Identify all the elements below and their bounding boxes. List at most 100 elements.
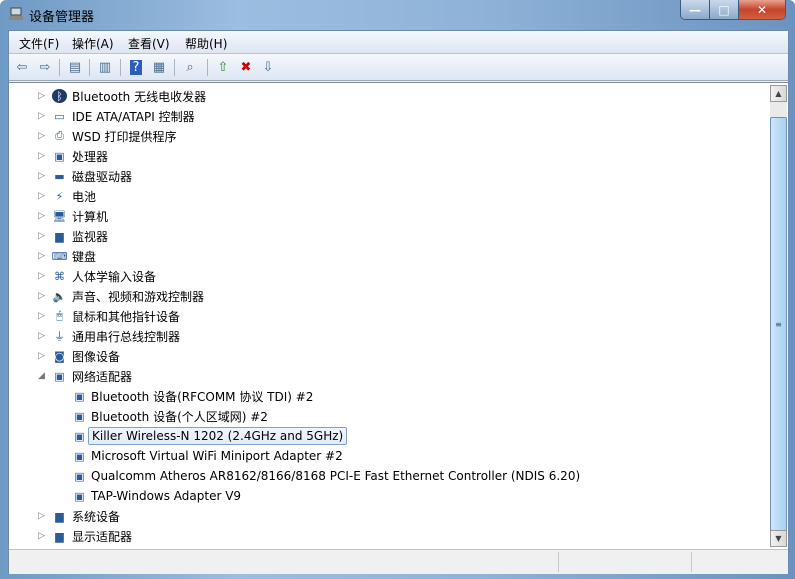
update-driver-icon: ⇧ (217, 59, 229, 75)
update-driver-button[interactable]: ⇧ (214, 58, 232, 76)
scroll-down-button[interactable]: ▼ (770, 530, 787, 547)
toolbar: ⇦ ⇨ ▤ ▥? ▦ ⌕ ⇧ ✖ ⇩ (9, 54, 788, 81)
category-item[interactable]: ▷ 🖱 鼠标和其他指针设备 (9, 307, 764, 325)
category-item[interactable]: ▷ ᛒ Bluetooth 无线电收发器 (9, 87, 764, 105)
category-item[interactable]: ▷ 🖥 计算机 (9, 207, 764, 225)
expand-arrow-icon[interactable]: ▷ (38, 191, 45, 201)
scan-hardware-icon: ⌕ (186, 59, 194, 75)
network-adapter-icon: ▣ (54, 369, 65, 383)
expand-arrow-icon[interactable]: ▷ (38, 531, 45, 541)
maximize-button[interactable]: □ (710, 0, 739, 19)
network-adapter-icon: ▣ (74, 449, 85, 463)
monitor-icon: ▆ (55, 229, 64, 243)
uninstall-button[interactable]: ✖ (237, 58, 255, 76)
item-label: WSD 打印提供程序 (72, 129, 177, 144)
item-label: TAP-Windows Adapter V9 (91, 489, 242, 503)
category-item[interactable]: ▷ ▬ 磁盘驱动器 (9, 167, 764, 185)
menu-help[interactable]: 帮助(H) (185, 35, 227, 52)
category-item[interactable]: ▷ ▆ 显示适配器 (9, 527, 764, 545)
item-label: Bluetooth 设备(RFCOMM 协议 TDI) #2 (91, 389, 314, 404)
title-bar[interactable]: 设备管理器 — □ ✕ (0, 0, 795, 28)
scroll-up-button[interactable]: ▲ (770, 85, 787, 102)
expand-arrow-icon[interactable]: ▷ (38, 231, 45, 241)
status-divider (558, 552, 559, 572)
category-item[interactable]: ▷ ⏚ 通用串行总线控制器 (9, 327, 764, 345)
minimize-button[interactable]: — (681, 0, 710, 19)
status-bar (9, 549, 788, 574)
category-item[interactable]: ▷ ⌘ 人体学输入设备 (9, 267, 764, 285)
expand-arrow-icon[interactable]: ▷ (38, 211, 45, 221)
toolbar-separator (89, 59, 90, 76)
expand-arrow-icon[interactable]: ▷ (38, 351, 45, 361)
expand-arrow-icon[interactable]: ▷ (38, 511, 45, 521)
item-label: 通用串行总线控制器 (72, 329, 181, 344)
collapse-arrow-icon[interactable]: ◢ (38, 371, 45, 381)
mouse-icon: 🖱 (56, 309, 63, 322)
expand-arrow-icon[interactable]: ▷ (38, 111, 45, 121)
scroll-thumb[interactable]: ≡ (770, 117, 787, 531)
show-hide-console-tree-button[interactable]: ▤ (66, 58, 84, 76)
close-button[interactable]: ✕ (739, 0, 785, 19)
toolbar-separator (59, 59, 60, 76)
category-item[interactable]: ▷ ▆ 系统设备 (9, 507, 764, 525)
category-item[interactable]: ▷ ⌨ 键盘 (9, 247, 764, 265)
expand-arrow-icon[interactable]: ▷ (38, 331, 45, 341)
device-item[interactable]: ▣ Killer Wireless-N 1202 (2.4GHz and 5GHz… (9, 427, 764, 445)
device-item[interactable]: ▣ TAP-Windows Adapter V9 (9, 487, 764, 505)
item-label: 系统设备 (72, 509, 121, 524)
item-label: 监视器 (72, 229, 109, 244)
expand-arrow-icon[interactable]: ▷ (38, 151, 45, 161)
back-arrow-icon: ⇦ (16, 59, 28, 75)
properties-button[interactable]: ▥ (96, 58, 114, 76)
item-label: Killer Wireless-N 1202 (2.4GHz and 5GHz) (88, 427, 348, 445)
item-label: 声音、视频和游戏控制器 (72, 289, 205, 304)
system-device-icon: ▆ (55, 509, 64, 523)
menu-action[interactable]: 操作(A) (72, 35, 114, 52)
expand-arrow-icon[interactable]: ▷ (38, 171, 45, 181)
item-label: 磁盘驱动器 (72, 169, 133, 184)
category-item[interactable]: ▷ 🔈 声音、视频和游戏控制器 (9, 287, 764, 305)
item-label: Qualcomm Atheros AR8162/8166/8168 PCI-E … (91, 469, 581, 483)
expand-arrow-icon[interactable]: ▷ (38, 311, 45, 321)
category-item[interactable]: ▷ ▭ IDE ATA/ATAPI 控制器 (9, 107, 764, 125)
expand-arrow-icon[interactable]: ▷ (38, 291, 45, 301)
network-adapter-icon: ▣ (74, 429, 85, 443)
show-action-pane-button[interactable]: ▦ (150, 58, 168, 76)
expand-arrow-icon[interactable]: ▷ (38, 251, 45, 261)
status-divider (691, 552, 692, 572)
help-icon: ? (129, 59, 143, 75)
expand-arrow-icon[interactable]: ▷ (38, 131, 45, 141)
device-tree: ▲ ≡ ▼ ▷ ᛒ Bluetooth 无线电收发器 ▷ ▭ IDE ATA/ATAPI … (9, 82, 788, 549)
category-item[interactable]: ▷ ⚡ 电池 (9, 187, 764, 205)
uninstall-icon: ✖ (240, 59, 252, 75)
category-item[interactable]: ▷ ▆ 监视器 (9, 227, 764, 245)
category-item[interactable]: ▷ ◙ 图像设备 (9, 347, 764, 365)
item-label: 处理器 (72, 149, 109, 164)
speaker-icon: 🔈 (52, 289, 67, 303)
item-label: Microsoft Virtual WiFi Miniport Adapter … (91, 449, 343, 463)
forward-arrow-button[interactable]: ⇨ (36, 58, 54, 76)
back-arrow-button[interactable]: ⇦ (13, 58, 31, 76)
expand-arrow-icon[interactable]: ▷ (38, 91, 45, 101)
menu-view[interactable]: 查看(V) (128, 35, 170, 52)
disable-device-button[interactable]: ⇩ (259, 58, 277, 76)
expand-arrow-icon[interactable]: ▷ (38, 271, 45, 281)
forward-arrow-icon: ⇨ (39, 59, 51, 75)
device-item[interactable]: ▣ Microsoft Virtual WiFi Miniport Adapter… (9, 447, 764, 465)
battery-icon: ⚡ (55, 189, 64, 203)
bluetooth-icon: ᛒ (52, 89, 67, 103)
device-item[interactable]: ▣ Bluetooth 设备(RFCOMM 协议 TDI) #2 (9, 387, 764, 405)
toolbar-separator (207, 59, 208, 76)
device-item[interactable]: ▣ Bluetooth 设备(个人区域网) #2 (9, 407, 764, 425)
item-label: 网络适配器 (72, 369, 133, 384)
category-item[interactable]: ▷ ▣ 处理器 (9, 147, 764, 165)
scan-hardware-button[interactable]: ⌕ (181, 58, 199, 76)
processor-icon: ▣ (54, 149, 65, 163)
menu-file[interactable]: 文件(F) (19, 35, 59, 52)
device-item[interactable]: ▣ Qualcomm Atheros AR8162/8166/8168 PCI-E… (9, 467, 764, 485)
category-item[interactable]: ▷ ⎙ WSD 打印提供程序 (9, 127, 764, 145)
category-item[interactable]: ◢ ▣ 网络适配器 (9, 367, 764, 385)
help-button[interactable]: ? (127, 58, 145, 76)
vertical-scrollbar[interactable]: ▲ ≡ ▼ (770, 85, 787, 547)
item-label: 键盘 (72, 249, 97, 264)
